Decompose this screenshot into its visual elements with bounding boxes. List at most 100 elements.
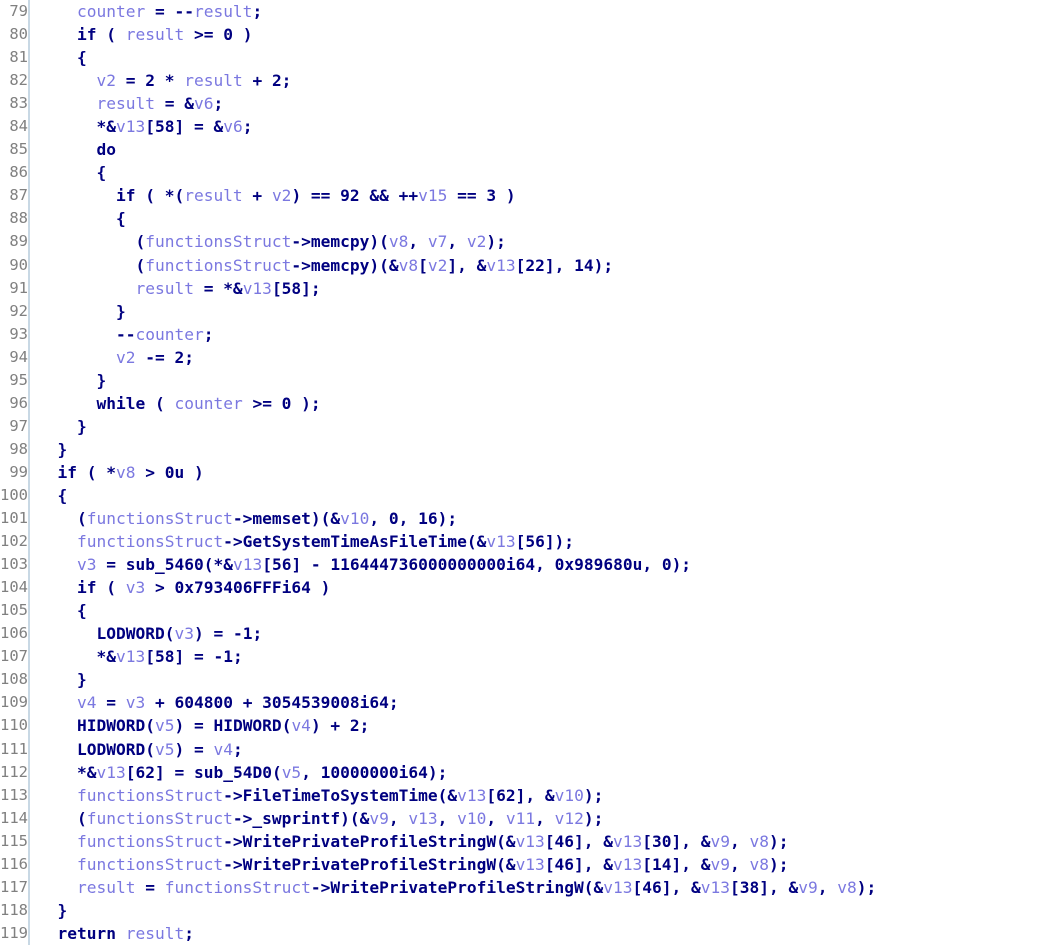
code-line-text[interactable]: return result; bbox=[30, 922, 1054, 945]
code-line-text[interactable]: v3 = sub_5460(*&v13[56] - 11644473600000… bbox=[30, 553, 1054, 576]
code-line-text[interactable]: *&v13[58] = -1; bbox=[30, 645, 1054, 668]
code-line[interactable]: 92 } bbox=[0, 299, 1054, 323]
code-line[interactable]: 102 functionsStruct->GetSystemTimeAsFile… bbox=[0, 530, 1054, 554]
code-punctuation: [38], & bbox=[730, 877, 799, 897]
code-line[interactable]: 103 v3 = sub_5460(*&v13[56] - 1164447360… bbox=[0, 553, 1054, 577]
code-punctuation: , bbox=[447, 232, 467, 252]
code-line-text[interactable]: if ( result >= 0 ) bbox=[30, 23, 1054, 46]
code-line[interactable]: 106 LODWORD(v3) = -1; bbox=[0, 622, 1054, 646]
code-line-text[interactable]: } bbox=[30, 369, 1054, 392]
code-line[interactable]: 96 while ( counter >= 0 ); bbox=[0, 391, 1054, 415]
code-line-text[interactable]: v2 = 2 * result + 2; bbox=[30, 69, 1054, 92]
code-line[interactable]: 85 do bbox=[0, 138, 1054, 162]
code-line-text[interactable]: } bbox=[30, 415, 1054, 438]
code-line-text[interactable]: result = *&v13[58]; bbox=[30, 277, 1054, 300]
code-line[interactable]: 100 { bbox=[0, 483, 1054, 508]
code-line-text[interactable]: { bbox=[30, 207, 1054, 230]
code-line[interactable]: 90 (functionsStruct->memcpy)(&v8[v2], &v… bbox=[0, 253, 1054, 277]
code-line-text[interactable]: v2 -= 2; bbox=[30, 346, 1054, 369]
code-identifier: v13 bbox=[515, 831, 545, 851]
code-line[interactable]: 115 functionsStruct->WritePrivateProfile… bbox=[0, 829, 1054, 853]
code-line[interactable]: 104 if ( v3 > 0x793406FFFi64 ) bbox=[0, 576, 1054, 600]
code-line-text[interactable]: if ( *v8 > 0u ) bbox=[30, 461, 1054, 484]
code-punctuation: , bbox=[437, 808, 458, 828]
code-line-text[interactable]: *&v13[58] = &v6; bbox=[30, 115, 1054, 138]
code-line-text[interactable]: do bbox=[30, 138, 1054, 161]
code-line-text[interactable]: { bbox=[30, 161, 1054, 184]
code-identifier: v13 bbox=[486, 532, 516, 552]
code-line-text[interactable]: { bbox=[30, 46, 1054, 69]
code-line-text[interactable]: functionsStruct->WritePrivateProfileStri… bbox=[30, 830, 1054, 853]
code-punctuation: [58] = -1; bbox=[145, 647, 243, 667]
code-line[interactable]: 87 if ( *(result + v2) == 92 && ++v15 ==… bbox=[0, 184, 1054, 208]
code-line[interactable]: 111 LODWORD(v5) = v4; bbox=[0, 737, 1054, 761]
code-line-text[interactable]: --counter; bbox=[30, 323, 1054, 346]
line-number: 90 bbox=[9, 255, 28, 274]
code-punctuation: { bbox=[96, 163, 107, 183]
pseudocode-view[interactable]: 79 counter = --result; 80 if ( result >= … bbox=[0, 0, 1054, 945]
code-line-text[interactable]: LODWORD(v3) = -1; bbox=[30, 622, 1054, 645]
code-line[interactable]: 91 result = *&v13[58]; bbox=[0, 276, 1054, 300]
code-line-text[interactable]: v4 = v3 + 604800 + 3054539008i64; bbox=[30, 691, 1054, 714]
code-line[interactable]: 119 return result; bbox=[0, 921, 1054, 945]
code-line[interactable]: 99 if ( *v8 > 0u ) bbox=[0, 460, 1054, 484]
code-line[interactable]: 84 *&v13[58] = &v6; bbox=[0, 115, 1054, 139]
code-line-text[interactable]: functionsStruct->GetSystemTimeAsFileTime… bbox=[30, 530, 1054, 553]
code-line[interactable]: 93 --counter; bbox=[0, 322, 1054, 346]
code-line-text[interactable]: while ( counter >= 0 ); bbox=[30, 392, 1054, 415]
code-line[interactable]: 94 v2 -= 2; bbox=[0, 345, 1054, 369]
code-line-text[interactable]: } bbox=[30, 899, 1054, 922]
line-number: 107 bbox=[0, 647, 28, 666]
code-line-text[interactable]: result = functionsStruct->WritePrivatePr… bbox=[30, 876, 1054, 899]
code-line[interactable]: 112 *&v13[62] = sub_54D0(v5, 10000000i64… bbox=[0, 760, 1054, 784]
code-line[interactable]: 95 } bbox=[0, 368, 1054, 392]
code-line-text[interactable]: } bbox=[30, 438, 1054, 461]
code-line[interactable]: 86 { bbox=[0, 161, 1054, 185]
code-line[interactable]: 82 v2 = 2 * result + 2; bbox=[0, 69, 1054, 93]
code-line[interactable]: 83 result = &v6; bbox=[0, 92, 1054, 116]
code-line[interactable]: 107 *&v13[58] = -1; bbox=[0, 645, 1054, 669]
code-line[interactable]: 114 (functionsStruct->_swprintf)(&v9, v1… bbox=[0, 806, 1054, 830]
code-line[interactable]: 80 if ( result >= 0 ) bbox=[0, 23, 1054, 47]
code-line-text[interactable]: { bbox=[30, 599, 1054, 622]
code-line[interactable]: 118 } bbox=[0, 898, 1054, 922]
code-punctuation: , 0); bbox=[642, 555, 692, 575]
code-line-text[interactable]: HIDWORD(v5) = HIDWORD(v4) + 2; bbox=[30, 714, 1054, 737]
code-line[interactable]: 117 result = functionsStruct->WritePriva… bbox=[0, 875, 1054, 899]
code-line-text[interactable]: counter = --result; bbox=[30, 0, 1054, 23]
code-line[interactable]: 97 } bbox=[0, 414, 1054, 438]
code-line[interactable]: 109 v4 = v3 + 604800 + 3054539008i64; bbox=[0, 691, 1054, 715]
code-line-text[interactable]: } bbox=[30, 668, 1054, 691]
code-line-text[interactable]: if ( *(result + v2) == 92 && ++v15 == 3 … bbox=[30, 184, 1054, 207]
line-number: 103 bbox=[0, 555, 28, 574]
code-line-text[interactable]: result = &v6; bbox=[30, 92, 1054, 115]
code-line[interactable]: 105 { bbox=[0, 599, 1054, 623]
code-line-text[interactable]: (functionsStruct->memcpy)(v8, v7, v2); bbox=[30, 230, 1054, 253]
code-line[interactable]: 88 { bbox=[0, 207, 1054, 231]
code-line-text[interactable]: (functionsStruct->memcpy)(&v8[v2], &v13[… bbox=[30, 254, 1054, 277]
code-line[interactable]: 116 functionsStruct->WritePrivateProfile… bbox=[0, 852, 1054, 876]
code-line[interactable]: 113 functionsStruct->FileTimeToSystemTim… bbox=[0, 783, 1054, 807]
code-line-text[interactable]: (functionsStruct->_swprintf)(&v9, v13, v… bbox=[30, 807, 1054, 830]
line-number: 116 bbox=[0, 854, 28, 873]
code-line[interactable]: 101 (functionsStruct->memset)(&v10, 0, 1… bbox=[0, 507, 1054, 531]
code-identifier: v8 bbox=[398, 255, 419, 275]
code-line-text[interactable]: } bbox=[30, 300, 1054, 323]
code-line-text[interactable]: LODWORD(v5) = v4; bbox=[30, 738, 1054, 761]
code-line-text[interactable]: { bbox=[30, 484, 1054, 507]
code-line-text[interactable]: (functionsStruct->memset)(&v10, 0, 16); bbox=[30, 507, 1054, 530]
code-line-text[interactable]: *&v13[62] = sub_54D0(v5, 10000000i64); bbox=[30, 761, 1054, 784]
code-line[interactable]: 98 } bbox=[0, 437, 1054, 461]
code-identifier: result bbox=[184, 71, 243, 91]
code-punctuation: ; bbox=[184, 923, 194, 943]
code-line-text[interactable]: functionsStruct->WritePrivateProfileStri… bbox=[30, 853, 1054, 876]
code-line[interactable]: 79 counter = --result; bbox=[0, 0, 1054, 24]
code-line[interactable]: 81 { bbox=[0, 46, 1054, 70]
code-keyword: while bbox=[96, 393, 146, 413]
code-line[interactable]: 89 (functionsStruct->memcpy)(v8, v7, v2)… bbox=[0, 230, 1054, 254]
code-line-text[interactable]: if ( v3 > 0x793406FFFi64 ) bbox=[30, 576, 1054, 599]
code-line[interactable]: 110 HIDWORD(v5) = HIDWORD(v4) + 2; bbox=[0, 714, 1054, 738]
code-line-text[interactable]: functionsStruct->FileTimeToSystemTime(&v… bbox=[30, 784, 1054, 807]
code-identifier: v2 bbox=[466, 232, 487, 252]
code-line[interactable]: 108 } bbox=[0, 668, 1054, 692]
